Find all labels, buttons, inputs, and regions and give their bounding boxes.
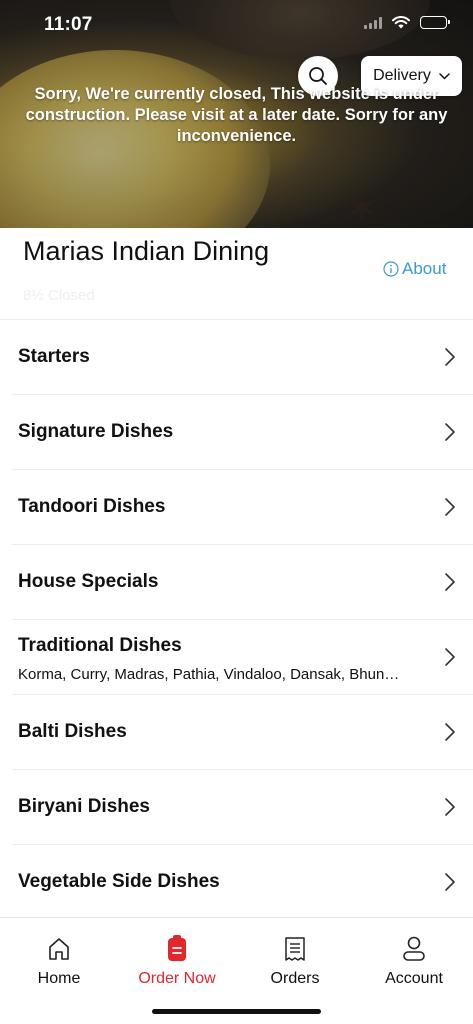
menu-category-subtitle: Korma, Curry, Madras, Pathia, Vindaloo, … — [18, 666, 400, 683]
closed-notice: Sorry, We're currently closed, This webs… — [25, 85, 448, 145]
chevron-right-icon — [445, 498, 455, 516]
menu-category-list: Starters Signature Dishes Tandoori Dishe… — [0, 319, 473, 920]
star-anise-decoration: ✶ — [345, 187, 379, 228]
tab-label: Home — [37, 970, 81, 987]
tab-account[interactable]: Account — [355, 934, 473, 988]
menu-category-house-specials[interactable]: House Specials — [12, 545, 473, 620]
menu-category-signature-dishes[interactable]: Signature Dishes — [12, 395, 473, 470]
chevron-right-icon — [445, 648, 455, 666]
tab-orders[interactable]: Orders — [236, 934, 354, 988]
delivery-mode-label: Delivery — [373, 67, 431, 84]
chevron-right-icon — [445, 423, 455, 441]
account-icon — [403, 936, 425, 961]
tab-order-now[interactable]: Order Now — [118, 934, 236, 988]
tab-label: Account — [385, 970, 443, 987]
status-bar: 11:07 — [0, 0, 473, 52]
menu-category-balti-dishes[interactable]: Balti Dishes — [12, 695, 473, 770]
hero-banner: ✶ 11:07 Delivery Sorry, We're currently … — [0, 0, 473, 228]
menu-category-label: Tandoori Dishes — [18, 496, 166, 517]
battery-icon — [420, 16, 450, 29]
status-time: 11:07 — [44, 14, 93, 35]
about-label: About — [402, 259, 447, 278]
menu-category-tandoori-dishes[interactable]: Tandoori Dishes — [12, 470, 473, 545]
chevron-right-icon — [445, 723, 455, 741]
menu-category-starters[interactable]: Starters — [12, 320, 473, 395]
about-link[interactable]: About — [383, 259, 446, 279]
tab-label: Order Now — [138, 970, 216, 987]
info-icon — [383, 261, 399, 277]
menu-category-biryani-dishes[interactable]: Biryani Dishes — [12, 770, 473, 845]
chevron-down-icon — [439, 72, 450, 79]
menu-category-label: Traditional Dishes — [18, 635, 182, 656]
menu-category-label: Vegetable Side Dishes — [18, 871, 220, 892]
restaurant-name: Marias Indian Dining — [23, 236, 270, 266]
receipt-icon — [285, 937, 305, 961]
order-icon — [168, 935, 186, 961]
cellular-signal-icon — [364, 16, 382, 29]
chevron-right-icon — [445, 873, 455, 891]
home-icon — [49, 938, 69, 960]
chevron-right-icon — [445, 573, 455, 591]
tab-home[interactable]: Home — [0, 934, 118, 988]
chevron-right-icon — [445, 798, 455, 816]
menu-category-label: House Specials — [18, 571, 159, 592]
bottom-tab-bar: Home Order Now Orders Account — [0, 917, 473, 1024]
menu-category-label: Starters — [18, 346, 90, 367]
tab-label: Orders — [270, 970, 320, 987]
menu-category-vegetable-side-dishes[interactable]: Vegetable Side Dishes — [12, 845, 473, 920]
menu-category-label: Balti Dishes — [18, 721, 127, 742]
menu-category-traditional-dishes[interactable]: Traditional Dishes Korma, Curry, Madras,… — [12, 620, 473, 695]
wifi-icon — [392, 16, 410, 29]
menu-category-label: Biryani Dishes — [18, 796, 150, 817]
search-icon — [309, 67, 327, 85]
restaurant-status: 8½ Closed — [23, 287, 95, 304]
home-indicator — [152, 1009, 321, 1014]
menu-category-label: Signature Dishes — [18, 421, 174, 442]
chevron-right-icon — [445, 348, 455, 366]
